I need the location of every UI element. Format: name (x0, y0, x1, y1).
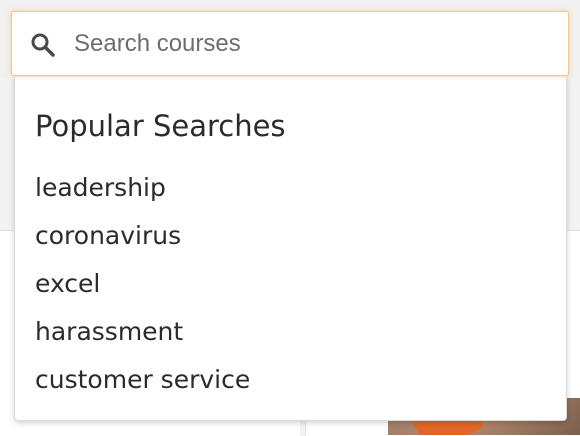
search-bar[interactable] (11, 11, 569, 76)
course-card-text-fragment (0, 372, 14, 400)
suggestion-item-excel[interactable]: excel (35, 260, 250, 308)
search-icon (30, 32, 56, 58)
popular-searches-heading: Popular Searches (35, 109, 286, 143)
search-suggestions-dropdown: Popular Searches leadership coronavirus … (14, 76, 567, 421)
course-card-title-fragment (0, 310, 14, 340)
suggestion-item-coronavirus[interactable]: coronavirus (35, 212, 250, 260)
suggestion-item-customer-service[interactable]: customer service (35, 356, 250, 404)
suggestion-item-leadership[interactable]: leadership (35, 164, 250, 212)
course-card-title-fragment (566, 322, 580, 350)
search-input[interactable] (74, 26, 544, 62)
suggestion-item-harassment[interactable]: harassment (35, 308, 250, 356)
suggestion-list: leadership coronavirus excel harassment … (35, 164, 250, 404)
